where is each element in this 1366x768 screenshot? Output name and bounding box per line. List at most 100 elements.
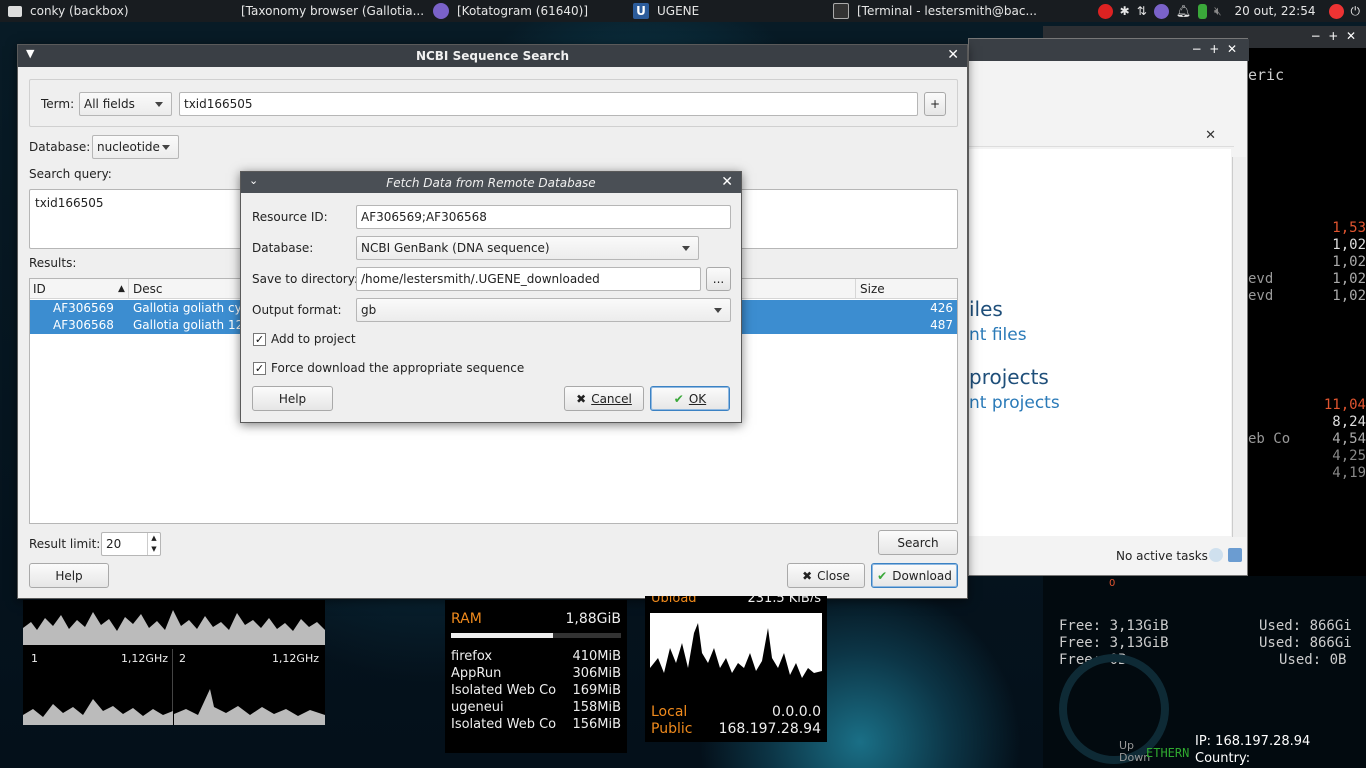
cancel-button[interactable]: ✖ Cancel bbox=[564, 386, 644, 411]
ram-label: RAM bbox=[451, 611, 482, 627]
process-mem: 158MiB bbox=[572, 700, 621, 715]
search-button[interactable]: Search bbox=[878, 530, 958, 555]
ugene-icon: U bbox=[633, 3, 649, 19]
term-input[interactable]: txid166505 bbox=[179, 92, 918, 116]
kotatogram-icon bbox=[433, 3, 449, 19]
recent-projects-link[interactable]: nt projects bbox=[969, 393, 1060, 413]
upload-graph bbox=[650, 613, 822, 693]
graph-zero-label: 0 bbox=[1109, 578, 1116, 589]
upload-value: 231,5 KiB/s bbox=[747, 596, 821, 602]
notification-bell-icon[interactable]: 🔔︎ bbox=[1176, 4, 1191, 18]
column-header-id[interactable]: ID bbox=[33, 282, 46, 296]
ncbi-dialog-titlebar: ▼ NCBI Sequence Search ✕ bbox=[18, 45, 967, 67]
close-x-icon: ✖ bbox=[802, 568, 813, 583]
sort-ascending-icon: ▲ bbox=[118, 284, 125, 294]
cell-id: AF306568 bbox=[53, 318, 114, 332]
ram-value: 1,88GiB bbox=[565, 611, 621, 627]
column-header-size[interactable]: Size bbox=[860, 282, 885, 296]
start-page: iles nt files projects nt projects bbox=[969, 149, 1231, 536]
process-mem: 410MiB bbox=[572, 649, 621, 664]
ram-usage-bar bbox=[451, 633, 621, 638]
search-query-label: Search query: bbox=[29, 167, 112, 181]
process-mem: 306MiB bbox=[572, 666, 621, 681]
yandex-icon[interactable] bbox=[1328, 3, 1344, 19]
terminal-icon bbox=[833, 3, 849, 19]
dialog-title: NCBI Sequence Search bbox=[415, 49, 570, 63]
cell-size: 487 bbox=[930, 318, 953, 332]
lightbulb-icon[interactable] bbox=[1209, 548, 1223, 562]
recent-files-link[interactable]: nt files bbox=[969, 325, 1027, 345]
spin-arrows-icon[interactable]: ▲ ▼ bbox=[147, 533, 160, 555]
chevron-down-icon bbox=[162, 145, 170, 150]
task-ugene[interactable]: U UGENE bbox=[625, 0, 825, 22]
projects-heading: projects bbox=[969, 365, 1049, 389]
force-download-label: Force download the appropriate sequence bbox=[271, 361, 525, 375]
files-heading: iles bbox=[969, 297, 1003, 321]
cell-size: 426 bbox=[930, 301, 953, 315]
close-icon[interactable]: ✕ bbox=[721, 174, 733, 190]
window-menu-icon[interactable]: ⌄ bbox=[249, 174, 258, 187]
force-download-checkbox[interactable]: ✓ bbox=[253, 362, 266, 375]
term-field-select[interactable]: All fields bbox=[79, 92, 172, 116]
close-button[interactable]: ✖ Close bbox=[787, 563, 865, 588]
bluetooth-icon[interactable]: ✱ bbox=[1120, 4, 1130, 18]
process-mem: 169MiB bbox=[572, 683, 621, 698]
chevron-down-icon bbox=[714, 308, 722, 313]
window-icon bbox=[8, 5, 22, 17]
add-to-project-label: Add to project bbox=[271, 332, 356, 346]
process-name: ugeneui bbox=[451, 700, 504, 715]
database-select[interactable]: NCBI GenBank (DNA sequence) bbox=[356, 236, 699, 260]
result-limit-spinbox[interactable]: 20 ▲ ▼ bbox=[101, 532, 161, 556]
add-to-project-checkbox[interactable]: ✓ bbox=[253, 333, 266, 346]
task-label: [Kotatogram (61640)] bbox=[457, 4, 589, 18]
disk-used-3: Used: 0B bbox=[1279, 652, 1347, 668]
cell-id: AF306569 bbox=[53, 301, 114, 315]
close-icon[interactable]: ✕ bbox=[947, 47, 959, 63]
taskbar: conky (backbox) [Taxonomy browser (Gallo… bbox=[0, 0, 1366, 22]
mega-icon[interactable] bbox=[1097, 3, 1113, 19]
column-header-desc[interactable]: Desc bbox=[133, 282, 162, 296]
ugene-titlebar: − + ✕ bbox=[969, 39, 1249, 61]
help-button[interactable]: Help bbox=[252, 386, 333, 411]
resource-id-input[interactable]: AF306569;AF306568 bbox=[356, 205, 731, 229]
window-menu-icon[interactable]: ▼ bbox=[26, 47, 34, 60]
ok-button[interactable]: ✔ OK bbox=[650, 386, 730, 411]
help-button[interactable]: Help bbox=[29, 563, 109, 588]
window-controls[interactable]: − + ✕ bbox=[1311, 29, 1356, 43]
download-button[interactable]: ✔ Download bbox=[871, 563, 958, 588]
database-label: Database: bbox=[29, 140, 91, 154]
cell-desc: Gallotia goliath cyto bbox=[133, 301, 254, 315]
database-select[interactable]: nucleotide bbox=[92, 135, 179, 159]
system-tray: ✱ ⇅ 🔔︎ 🔇︎ 20 out, 22:54 ⏻ bbox=[1097, 0, 1366, 22]
kotatogram-tray-icon[interactable] bbox=[1153, 3, 1169, 19]
cpu-total-graph bbox=[23, 610, 325, 645]
chevron-down-icon bbox=[155, 102, 163, 107]
add-term-button[interactable]: + bbox=[924, 92, 946, 116]
network-icon[interactable]: ⇅ bbox=[1137, 4, 1147, 18]
clock[interactable]: 20 out, 22:54 bbox=[1235, 4, 1316, 18]
process-values-2: 11,04 8,24 eb Co 4,54 4,25 4,19 bbox=[1248, 397, 1366, 481]
ugene-window-controls[interactable]: − + ✕ bbox=[1192, 42, 1237, 56]
task-terminal[interactable]: [Terminal - lestersmith@bac... bbox=[825, 0, 1055, 22]
battery-icon[interactable] bbox=[1197, 3, 1207, 19]
task-view-icon[interactable] bbox=[1228, 548, 1242, 562]
start-page-scrollbar[interactable] bbox=[1232, 157, 1246, 537]
database-label: Database: bbox=[252, 241, 314, 255]
disk-free-1: Free: 3,13GiB bbox=[1059, 618, 1169, 634]
output-format-select[interactable]: gb bbox=[356, 298, 731, 322]
ugene-window: − + ✕ ✕ iles nt files projects nt projec… bbox=[968, 38, 1249, 576]
task-firefox[interactable]: [Taxonomy browser (Gallotia... bbox=[225, 0, 425, 22]
process-name: firefox bbox=[451, 649, 493, 664]
task-label: UGENE bbox=[657, 4, 700, 18]
term-label: Term: bbox=[41, 97, 75, 111]
task-kotatogram[interactable]: [Kotatogram (61640)] bbox=[425, 0, 625, 22]
close-tab-icon[interactable]: ✕ bbox=[1205, 128, 1216, 143]
task-conky[interactable]: conky (backbox) bbox=[0, 0, 225, 22]
save-directory-label: Save to directory: bbox=[252, 272, 358, 286]
volume-muted-icon[interactable]: 🔇︎ bbox=[1214, 4, 1222, 19]
save-directory-input[interactable]: /home/lestersmith/.UGENE_downloaded bbox=[356, 267, 701, 291]
browse-button[interactable]: ... bbox=[706, 267, 731, 291]
disk-used-1: Used: 866Gi bbox=[1259, 618, 1352, 634]
power-icon[interactable]: ⏻ bbox=[1351, 4, 1361, 19]
checkmark-icon: ✔ bbox=[877, 568, 888, 583]
